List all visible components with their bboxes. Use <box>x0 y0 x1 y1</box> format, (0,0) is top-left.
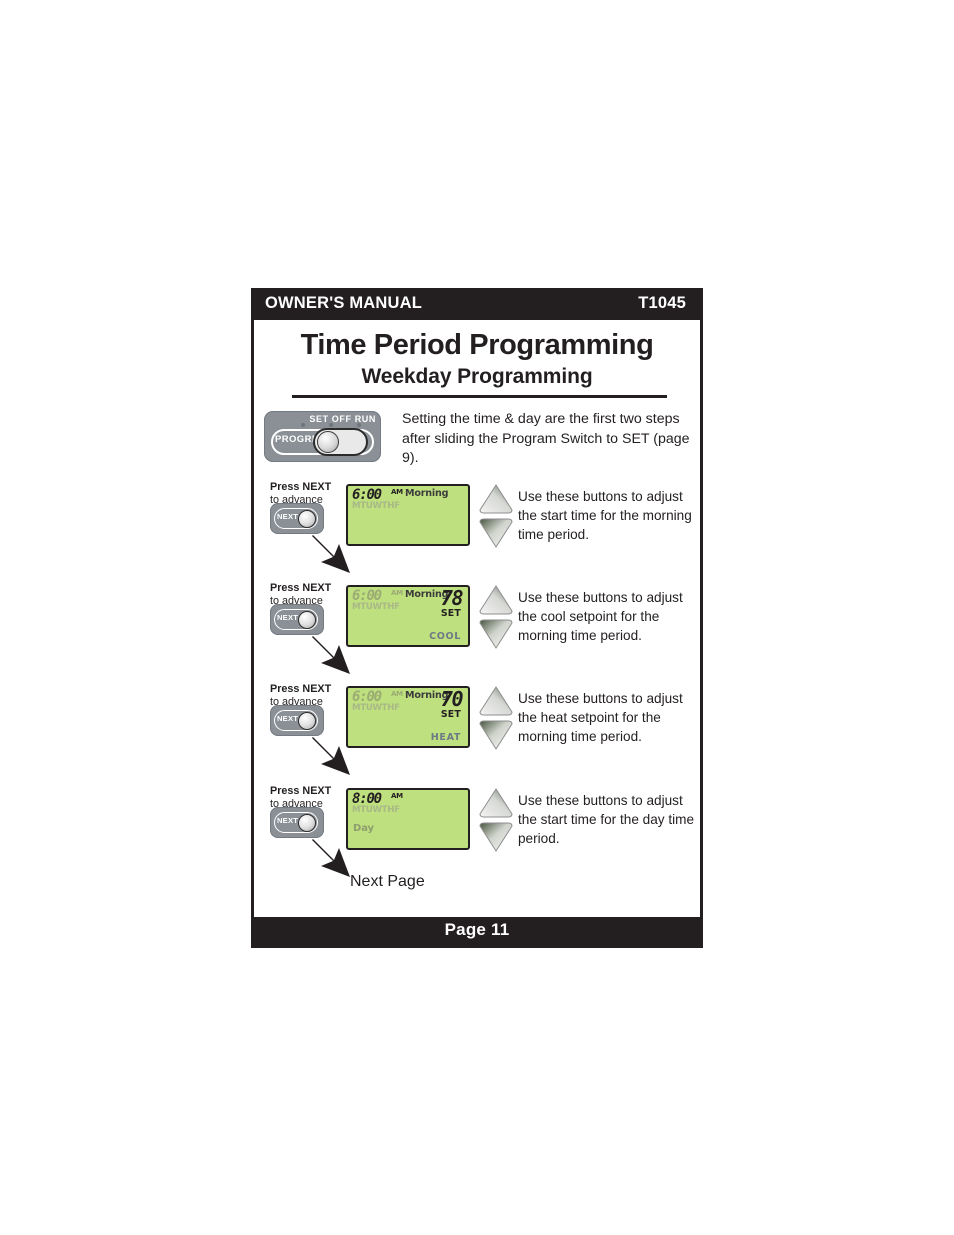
press-next-line1: Press NEXT <box>270 683 332 695</box>
instruction-text-2: Use these buttons to adjust the cool set… <box>518 590 683 643</box>
press-next-line1: Press NEXT <box>270 582 332 594</box>
next-button-3[interactable]: NEXT <box>270 705 324 736</box>
lcd-display-4: 8:00 AM MTUWTHF Day <box>346 788 470 850</box>
model-number: T1045 <box>638 294 686 312</box>
next-button-2[interactable]: NEXT <box>270 604 324 635</box>
step-row-3: Press NEXT to advance NEXT 6:00 AM Morni… <box>254 683 700 779</box>
instruction-text-4: Use these buttons to adjust the start ti… <box>518 793 695 846</box>
lcd-display-3: 6:00 AM Morning MTUWTHF 70 SET HEAT <box>346 686 470 748</box>
next-button-label: NEXT <box>277 714 299 723</box>
lcd-ampm-3: AM <box>391 690 403 698</box>
next-button-label: NEXT <box>277 512 299 521</box>
next-button-label: NEXT <box>277 816 299 825</box>
manual-label: OWNER'S MANUAL <box>265 294 423 312</box>
next-button-dot <box>298 510 316 528</box>
program-switch[interactable]: SET OFF RUN PROGRM <box>264 411 381 462</box>
lcd-mode-3: HEAT <box>430 732 461 743</box>
next-button-dot <box>298 712 316 730</box>
lcd-days-3: MTUWTHF <box>352 703 400 713</box>
page-header: OWNER'S MANUAL T1045 <box>254 291 700 320</box>
step-row-2: Press NEXT to advance NEXT 6:00 AM Morni… <box>254 582 700 678</box>
next-page-label: Next Page <box>350 873 425 890</box>
lcd-days-4: MTUWTHF <box>352 805 400 815</box>
lcd-set-label-2: SET <box>440 608 461 619</box>
intro-text: Setting the time & day are the first two… <box>402 411 690 466</box>
next-button-1[interactable]: NEXT <box>270 503 324 534</box>
next-button-label: NEXT <box>277 613 299 622</box>
adjust-buttons-4[interactable] <box>478 787 514 853</box>
step-row-4: Press NEXT to advance NEXT 8:00 AM MTUWT… <box>254 785 700 881</box>
lcd-display-1: 6:00 AM Morning MTUWTHF <box>346 484 470 546</box>
next-button-4[interactable]: NEXT <box>270 807 324 838</box>
adjust-buttons-1[interactable] <box>478 483 514 549</box>
manual-page: OWNER'S MANUAL T1045 Time Period Program… <box>251 288 703 948</box>
lcd-ampm-2: AM <box>391 589 403 597</box>
program-switch-dimple <box>317 431 339 453</box>
lcd-mode-2: COOL <box>429 631 461 642</box>
adjust-buttons-3[interactable] <box>478 685 514 751</box>
lcd-ampm-4: AM <box>391 792 403 800</box>
lcd-setpoint-3: 70 <box>440 687 464 711</box>
press-next-line1: Press NEXT <box>270 785 332 797</box>
lcd-days-1: MTUWTHF <box>352 501 400 511</box>
page-title: Time Period Programming <box>300 329 654 361</box>
instruction-text-1: Use these buttons to adjust the start ti… <box>518 489 692 542</box>
lcd-ampm-1: AM <box>391 488 403 496</box>
lcd-period-4: Day <box>353 823 374 834</box>
lcd-set-label-3: SET <box>440 709 461 720</box>
page-subtitle: Weekday Programming <box>361 365 593 388</box>
step-row-1: Press NEXT to advance NEXT 6:00 AM Morni… <box>254 481 700 577</box>
title-divider <box>292 395 667 398</box>
press-next-line1: Press NEXT <box>270 481 332 493</box>
lcd-setpoint-2: 78 <box>440 586 464 610</box>
lcd-period-1: Morning <box>405 488 449 499</box>
lcd-display-2: 6:00 AM Morning MTUWTHF 78 SET COOL <box>346 585 470 647</box>
next-button-dot <box>298 611 316 629</box>
lcd-days-2: MTUWTHF <box>352 602 400 612</box>
page-number: Page 11 <box>444 920 510 939</box>
next-button-dot <box>298 814 316 832</box>
page-footer: Page 11 <box>254 917 700 945</box>
instruction-text-3: Use these buttons to adjust the heat set… <box>518 691 683 744</box>
adjust-buttons-2[interactable] <box>478 584 514 650</box>
